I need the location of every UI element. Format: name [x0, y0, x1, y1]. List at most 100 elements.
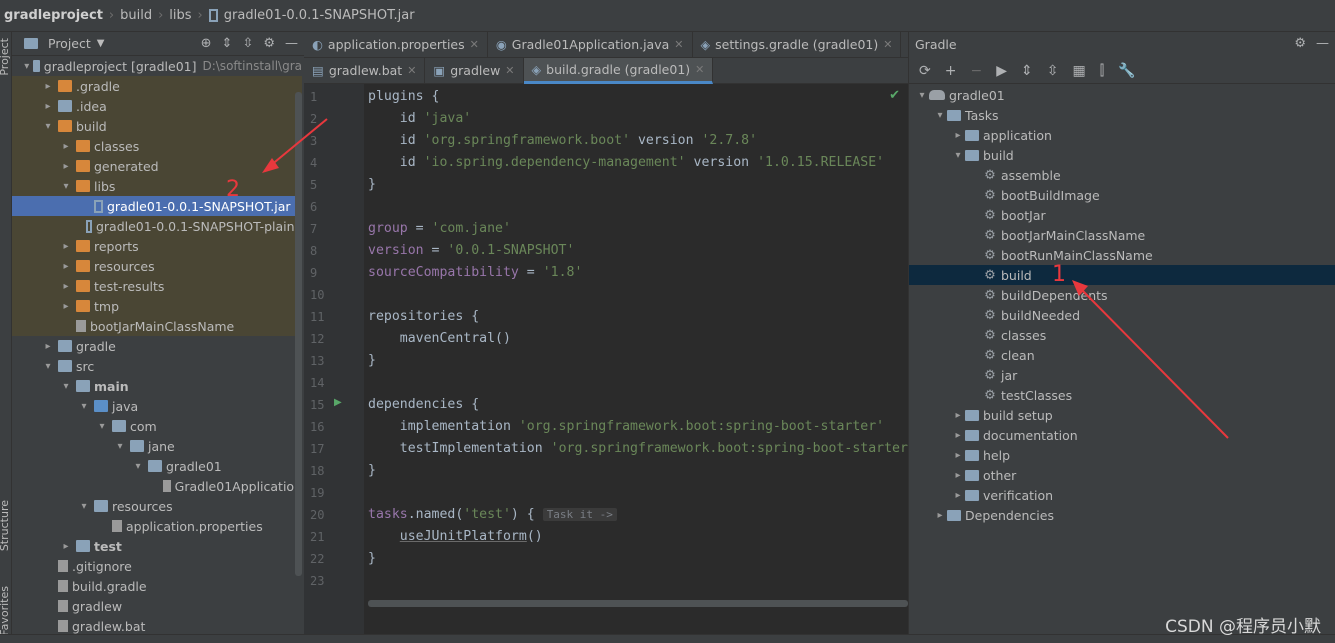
gradle-group[interactable]: ▾ build: [909, 145, 1335, 165]
editor-tab[interactable]: ▤ gradlew.bat ✕: [304, 57, 426, 84]
editor-tab[interactable]: ◈ build.gradle (gradle01) ✕: [523, 57, 714, 84]
collapse-arrow-icon[interactable]: ▸: [60, 161, 72, 172]
tree-item[interactable]: ▸ generated: [12, 156, 302, 176]
favorites-tool-tab[interactable]: Favorites: [0, 586, 11, 636]
editor-tab[interactable]: ◉ Gradle01Application.java ✕: [488, 31, 693, 58]
tree-item[interactable]: ▸ .gradle: [12, 76, 302, 96]
toggle-offline-icon[interactable]: ⫿: [1100, 63, 1104, 79]
gradle-task[interactable]: ⚙ bootJar: [909, 205, 1335, 225]
collapse-arrow-icon[interactable]: ▸: [60, 301, 72, 312]
code-area[interactable]: plugins { id 'java' id 'org.springframew…: [304, 84, 908, 643]
collapse-arrow-icon[interactable]: ▸: [42, 81, 54, 92]
tree-item[interactable]: ▸ classes: [12, 136, 302, 156]
expand-arrow-icon[interactable]: ▾: [42, 121, 54, 132]
tree-item[interactable]: ▸ test-results: [12, 276, 302, 296]
expand-arrow-icon[interactable]: ▾: [96, 421, 108, 432]
group-modules-icon[interactable]: ▦: [1072, 63, 1085, 79]
project-panel-title[interactable]: Project: [48, 36, 91, 51]
gradle-task[interactable]: ⚙ clean: [909, 345, 1335, 365]
tree-item[interactable]: ▾ src: [12, 356, 302, 376]
tree-item[interactable]: gradle01-0.0.1-SNAPSHOT-plain.j: [12, 216, 302, 236]
close-icon[interactable]: ✕: [695, 63, 704, 76]
expand-arrow-icon[interactable]: ▸: [951, 450, 965, 461]
tree-item[interactable]: ▾ java: [12, 396, 302, 416]
expand-arrow-icon[interactable]: ▾: [915, 90, 929, 101]
inlay-hint[interactable]: Task it ->: [542, 508, 617, 521]
tree-item[interactable]: ▸ tmp: [12, 296, 302, 316]
expand-arrow-icon[interactable]: ▾: [132, 461, 144, 472]
tree-item[interactable]: ▸ resources: [12, 256, 302, 276]
project-tool-tab[interactable]: Project: [0, 38, 11, 76]
wrench-icon[interactable]: 🔧: [1118, 63, 1135, 79]
tree-item[interactable]: ▾ main: [12, 376, 302, 396]
tree-item[interactable]: ▾ build: [12, 116, 302, 136]
editor-tab[interactable]: ◈ settings.gradle (gradle01) ✕: [693, 31, 902, 58]
tree-item[interactable]: ▸ test: [12, 536, 302, 556]
tree-item[interactable]: ▾ libs: [12, 176, 302, 196]
collapse-arrow-icon[interactable]: ▸: [60, 261, 72, 272]
gradle-task[interactable]: ⚙ bootRunMainClassName: [909, 245, 1335, 265]
tree-scrollbar[interactable]: [295, 92, 302, 576]
expand-arrow-icon[interactable]: ▸: [951, 430, 965, 441]
editor-tab[interactable]: ▣ gradlew ✕: [425, 57, 524, 84]
close-icon[interactable]: ✕: [505, 64, 514, 77]
chevron-down-icon[interactable]: ▼: [97, 38, 105, 49]
structure-tool-tab[interactable]: Structure: [0, 500, 11, 551]
gradle-group[interactable]: ▸ verification: [909, 485, 1335, 505]
expand-arrow-icon[interactable]: ▾: [933, 110, 947, 121]
execute-task-icon[interactable]: ▶: [996, 63, 1007, 79]
gradle-task[interactable]: ⚙ buildNeeded: [909, 305, 1335, 325]
minimize-icon[interactable]: —: [1316, 36, 1329, 51]
expand-arrow-icon[interactable]: ▸: [951, 470, 965, 481]
tree-item[interactable]: Gradle01Application: [12, 476, 302, 496]
gradle-task[interactable]: ⚙ build: [909, 265, 1335, 285]
tree-item[interactable]: build.gradle: [12, 576, 302, 596]
collapse-arrow-icon[interactable]: ▸: [60, 241, 72, 252]
breadcrumb-build[interactable]: build: [120, 8, 152, 23]
refresh-icon[interactable]: ⟳: [919, 63, 931, 79]
collapse-arrow-icon[interactable]: ▸: [42, 101, 54, 112]
collapse-arrow-icon[interactable]: ▸: [42, 341, 54, 352]
collapse-arrow-icon[interactable]: ▸: [60, 541, 72, 552]
horizontal-scrollbar[interactable]: [368, 600, 908, 607]
collapse-all-icon[interactable]: ⇳: [242, 36, 253, 51]
close-icon[interactable]: ✕: [883, 38, 892, 51]
tree-item[interactable]: ▸ .idea: [12, 96, 302, 116]
tree-item[interactable]: gradlew: [12, 596, 302, 616]
expand-arrow-icon[interactable]: ▾: [78, 501, 90, 512]
expand-arrow-icon[interactable]: ▾: [42, 361, 54, 372]
gradle-group[interactable]: ▸ help: [909, 445, 1335, 465]
tree-item[interactable]: bootJarMainClassName: [12, 316, 302, 336]
tree-item[interactable]: ▾ gradle01: [12, 456, 302, 476]
tree-item[interactable]: application.properties: [12, 516, 302, 536]
expand-arrow-icon[interactable]: ▸: [951, 410, 965, 421]
gradle-task[interactable]: ⚙ jar: [909, 365, 1335, 385]
gradle-group[interactable]: ▾ gradle01: [909, 85, 1335, 105]
add-icon[interactable]: +: [945, 63, 957, 79]
gradle-group[interactable]: ▸ documentation: [909, 425, 1335, 445]
gradle-group[interactable]: ▸ Dependencies: [909, 505, 1335, 525]
expand-arrow-icon[interactable]: ▾: [78, 401, 90, 412]
gear-icon[interactable]: ⚙: [1294, 36, 1306, 51]
gradle-task[interactable]: ⚙ buildDependents: [909, 285, 1335, 305]
collapse-arrow-icon[interactable]: ▸: [60, 141, 72, 152]
gradle-task[interactable]: ⚙ testClasses: [909, 385, 1335, 405]
gradle-task[interactable]: ⚙ classes: [909, 325, 1335, 345]
editor-tab[interactable]: ◐ application.properties ✕: [304, 31, 488, 58]
collapse-all-icon[interactable]: ⇳: [1047, 63, 1059, 79]
expand-arrow-icon[interactable]: ▸: [951, 130, 965, 141]
collapse-arrow-icon[interactable]: ▸: [60, 281, 72, 292]
expand-all-icon[interactable]: ⇕: [222, 36, 233, 51]
tree-item[interactable]: gradlew.bat: [12, 616, 302, 636]
tree-item[interactable]: ▸ reports: [12, 236, 302, 256]
breadcrumb-libs[interactable]: libs: [169, 8, 191, 23]
close-icon[interactable]: ✕: [674, 38, 683, 51]
expand-arrow-icon[interactable]: ▸: [951, 490, 965, 501]
gradle-task[interactable]: ⚙ assemble: [909, 165, 1335, 185]
gradle-group[interactable]: ▾ Tasks: [909, 105, 1335, 125]
gradle-task[interactable]: ⚙ bootBuildImage: [909, 185, 1335, 205]
gradle-task[interactable]: ⚙ bootJarMainClassName: [909, 225, 1335, 245]
expand-arrow-icon[interactable]: ▾: [114, 441, 126, 452]
expand-arrow-icon[interactable]: ▾: [24, 61, 29, 72]
close-icon[interactable]: ✕: [407, 64, 416, 77]
